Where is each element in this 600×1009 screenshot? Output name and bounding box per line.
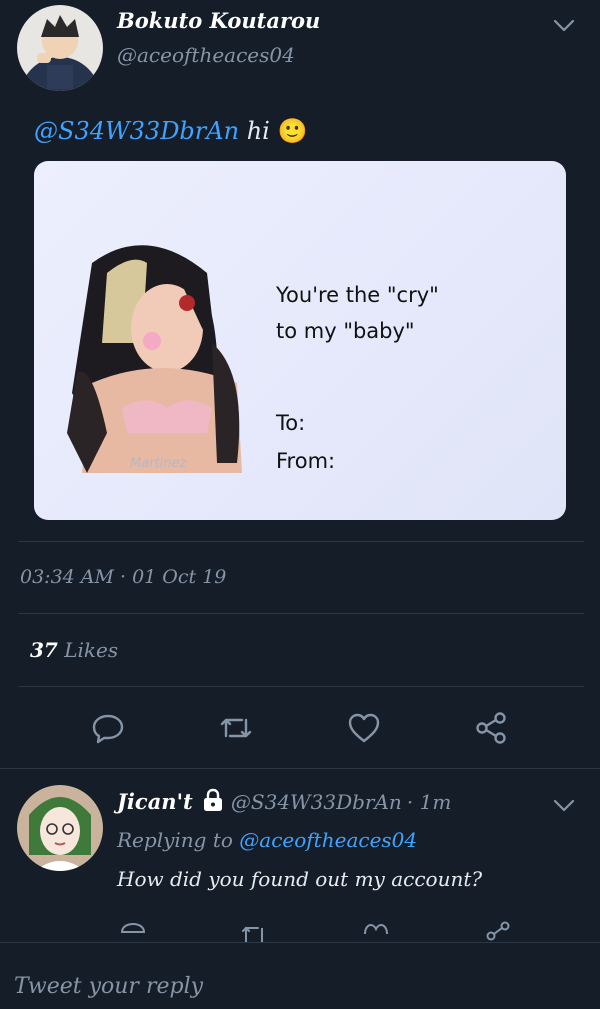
reply-header: Jican't @S34W33DbrAn · 1m [117,788,451,814]
likes-label: Likes [64,638,119,662]
smile-emoji: 🙂 [277,117,308,145]
lock-icon [203,788,222,811]
author-name[interactable]: Bokuto Koutarou [117,8,320,33]
tweet-timestamp: 03:34 AM · 01 Oct 19 [20,566,227,588]
likes-count: 37 [30,638,58,662]
replying-to-line: Replying to @aceoftheaces04 [117,828,417,852]
reply-time: · 1m [406,790,452,814]
reply-icon[interactable] [120,922,146,942]
chevron-down-icon[interactable] [552,793,576,817]
reply-author-handle[interactable]: @S34W33DbrAn [231,790,402,814]
reply-text: How did you found out my account? [117,867,483,891]
mention-link[interactable]: @S34W33DbrAn [34,117,239,145]
share-icon[interactable] [484,920,512,942]
card-line-2: to my "baby" [276,319,415,343]
share-icon[interactable] [473,710,509,746]
reply-author-avatar[interactable] [17,785,103,871]
author-handle[interactable]: @aceoftheaces04 [117,43,295,67]
divider [18,613,584,614]
chevron-down-icon[interactable] [552,13,576,37]
divider [0,768,600,769]
retweet-icon[interactable] [240,922,268,942]
reply-input-placeholder[interactable]: Tweet your reply [14,974,203,999]
card-line-1: You're the "cry" [276,283,439,307]
like-icon[interactable] [346,710,382,746]
card-to-label: To: [276,411,306,435]
retweet-icon[interactable] [218,710,254,746]
replying-to-prefix: Replying to [117,828,233,852]
likes-row[interactable]: 37 Likes [30,638,118,662]
image-watermark: Martinez [130,456,187,471]
reply-icon[interactable] [90,710,126,746]
like-icon[interactable] [362,922,390,942]
replying-to-handle[interactable]: @aceoftheaces04 [239,828,417,852]
portrait-illustration [67,245,242,473]
tweet-media-image[interactable]: Martinez You're the "cry" to my "baby" T… [34,161,566,520]
card-from-label: From: [276,449,336,473]
author-avatar[interactable] [17,5,103,91]
tweet-text-line: @S34W33DbrAn hi 🙂 [34,117,307,145]
divider [18,686,584,687]
reply-author-name[interactable]: Jican't [117,789,193,814]
divider [18,541,584,542]
tweet-text: hi [246,117,270,145]
